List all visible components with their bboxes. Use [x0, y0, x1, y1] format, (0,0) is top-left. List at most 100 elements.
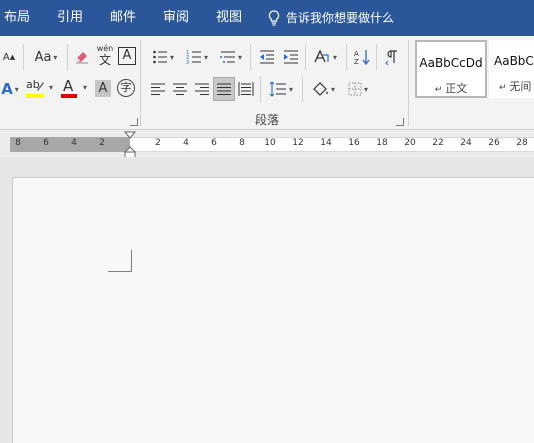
- divider: [305, 44, 306, 70]
- tell-me-search[interactable]: 告诉我你想要做什么: [286, 0, 394, 36]
- ruler-tick-label: 4: [71, 138, 77, 148]
- styles-gallery: AaBbCcDd ↵ 正文 AaBbC ↵ 无间: [413, 40, 534, 104]
- highlight-button[interactable]: ab ▾: [25, 78, 57, 100]
- align-center-icon: [173, 83, 187, 95]
- divider: [23, 44, 24, 70]
- horizontal-ruler[interactable]: 8 6 4 2 2 4 6 8 10 12 14 16 18 20 22 24 …: [0, 131, 534, 159]
- align-left-icon: [151, 83, 165, 95]
- svg-text:3: 3: [186, 60, 189, 65]
- multilevel-list-button[interactable]: ▾: [216, 46, 246, 68]
- highlighter-icon: [37, 82, 44, 91]
- divider: [250, 44, 251, 70]
- clear-formatting-button[interactable]: [72, 46, 92, 68]
- multilevel-list-icon: [219, 51, 235, 63]
- increase-indent-icon: [284, 50, 298, 64]
- divider: [376, 44, 377, 70]
- distributed-icon: [238, 82, 254, 96]
- sort-button[interactable]: AZ: [351, 46, 373, 68]
- font-color-button[interactable]: A ▾: [60, 77, 90, 100]
- distributed-button[interactable]: [236, 78, 256, 100]
- tab-view[interactable]: 视图: [216, 0, 242, 36]
- document-page[interactable]: [12, 177, 534, 443]
- ruler-tick-label: 26: [488, 138, 500, 148]
- menu-bar: 布局 引用 邮件 审阅 视图 告诉我你想要做什么: [0, 0, 534, 36]
- justify-icon: [217, 83, 231, 95]
- ruler-tick-label: 20: [404, 138, 416, 148]
- ruler-tick-label: 24: [460, 138, 472, 148]
- chinese-layout-icon: [314, 49, 329, 63]
- line-spacing-button[interactable]: ▾: [265, 78, 297, 100]
- numbering-button[interactable]: 1 2 3 ▾: [182, 46, 212, 68]
- align-left-button[interactable]: [148, 78, 168, 100]
- show-hide-marks-button[interactable]: [382, 46, 402, 68]
- tab-references[interactable]: 引用: [57, 0, 83, 36]
- increase-indent-button[interactable]: [280, 46, 302, 68]
- shading-button[interactable]: ▾: [307, 78, 339, 100]
- phonetic-guide-button[interactable]: wén 文: [95, 44, 115, 70]
- style-normal-sample: AaBbCcDd: [419, 56, 483, 70]
- enclose-characters-button[interactable]: 字: [117, 79, 135, 97]
- align-right-button[interactable]: [192, 78, 212, 100]
- tab-mailings[interactable]: 邮件: [110, 0, 136, 36]
- divider: [302, 76, 303, 102]
- align-center-button[interactable]: [170, 78, 190, 100]
- tab-layout[interactable]: 布局: [4, 0, 30, 36]
- chinese-layout-button[interactable]: ▾: [310, 46, 340, 68]
- text-effects-button[interactable]: A ▾: [0, 78, 20, 100]
- sort-icon: AZ: [354, 50, 370, 65]
- ruler-tick-label: 2: [155, 138, 161, 148]
- phonetic-guide-bottom: 文: [98, 53, 111, 67]
- paragraph-dialog-launcher[interactable]: [396, 118, 404, 126]
- style-normal-name: ↵ 正文: [434, 82, 468, 95]
- line-spacing-icon: [269, 81, 286, 97]
- decrease-indent-button[interactable]: [256, 46, 278, 68]
- divider: [67, 44, 68, 70]
- ruler-tick-label: 18: [376, 138, 388, 148]
- group-divider: [140, 40, 141, 126]
- style-no-spacing-sample: AaBbC: [494, 54, 534, 68]
- group-divider: [408, 40, 409, 126]
- document-area: [0, 157, 534, 443]
- grow-font-label: A: [2, 51, 10, 63]
- ruler-tick-label: 8: [239, 138, 245, 148]
- divider: [260, 76, 261, 102]
- change-case-button[interactable]: Aa ▾: [29, 46, 63, 68]
- borders-button[interactable]: ▾: [342, 78, 374, 100]
- divider: [346, 44, 347, 70]
- paint-bucket-icon: [313, 82, 328, 96]
- character-shading-label: A: [98, 81, 108, 96]
- ruler-tick-label: 14: [320, 138, 332, 148]
- font-color-label: A: [63, 77, 74, 95]
- font-dialog-launcher[interactable]: [130, 118, 138, 126]
- justify-button[interactable]: [213, 77, 235, 101]
- ruler-tick-label: 12: [292, 138, 304, 148]
- tab-review[interactable]: 审阅: [163, 0, 189, 36]
- lightbulb-icon[interactable]: [268, 10, 280, 30]
- character-border-button[interactable]: A: [118, 47, 136, 65]
- bullet-list-icon: [153, 50, 167, 64]
- eraser-icon: [76, 52, 88, 64]
- text-effects-label: A: [1, 80, 13, 98]
- style-no-spacing[interactable]: AaBbC ↵ 无间: [489, 40, 534, 98]
- highlight-color-bar: [26, 94, 44, 98]
- ruler-tick-label: 6: [43, 138, 49, 148]
- ruler-tick-label: 28: [516, 138, 528, 148]
- ruler-tick-label: 16: [348, 138, 360, 148]
- indent-marker-icon: [123, 131, 137, 159]
- text-area-corner-mark: [108, 250, 132, 272]
- style-normal[interactable]: AaBbCcDd ↵ 正文: [415, 40, 487, 98]
- ruler-tick-label: 6: [211, 138, 217, 148]
- enclose-characters-label: 字: [120, 81, 132, 94]
- ruler-tick-label: 8: [15, 138, 21, 148]
- ruler-tick-label: 22: [432, 138, 444, 148]
- numbered-list-icon: 123: [186, 50, 201, 65]
- borders-icon: [348, 82, 362, 96]
- paragraph-mark-icon: [385, 50, 397, 65]
- paragraph-group-label: 段落: [255, 113, 280, 127]
- bullets-button[interactable]: ▾: [148, 46, 178, 68]
- svg-text:Z: Z: [354, 58, 359, 65]
- character-border-label: A: [122, 48, 132, 63]
- grow-font-button[interactable]: A ▲: [0, 46, 18, 68]
- character-shading-button[interactable]: A: [95, 80, 111, 97]
- phonetic-guide-top: wén: [96, 44, 114, 53]
